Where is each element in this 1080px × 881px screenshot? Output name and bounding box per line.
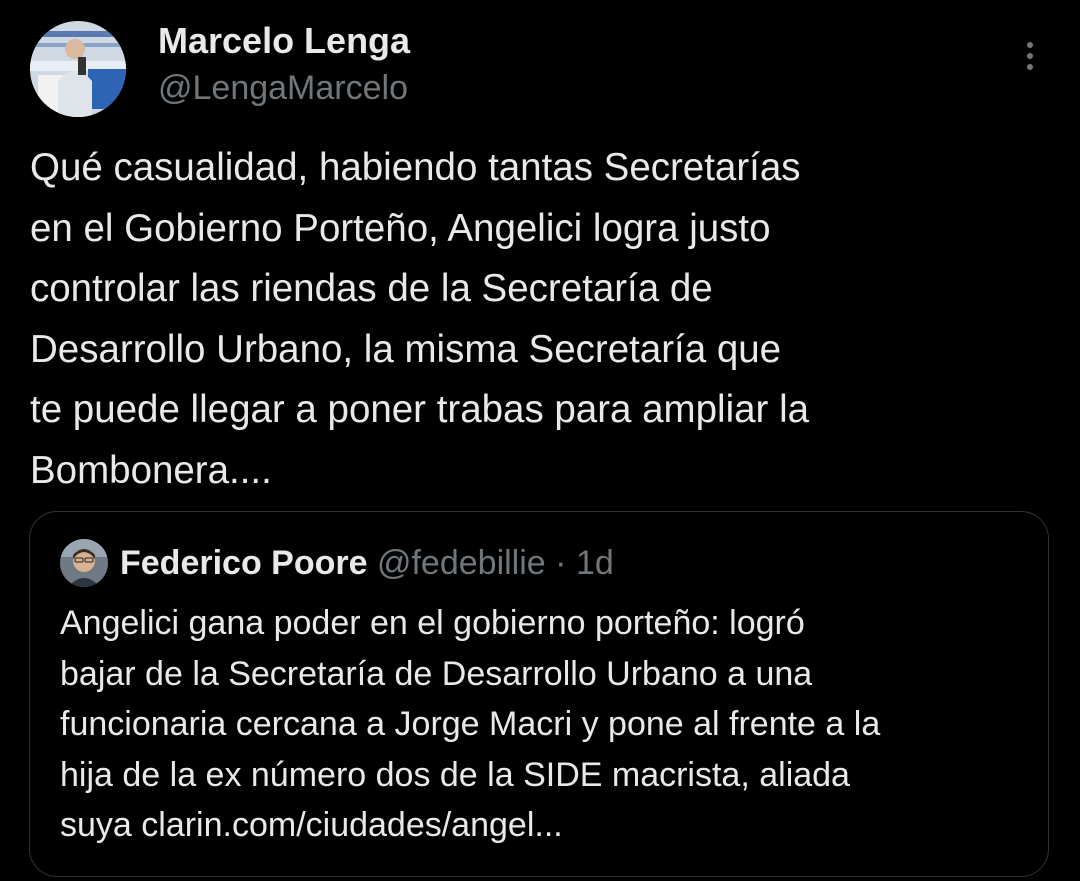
quoted-text-line: bajar de la Secretaría de Desarrollo Urb… xyxy=(60,654,813,693)
quoted-avatar-photo xyxy=(60,539,108,587)
quoted-author-avatar[interactable] xyxy=(60,539,108,587)
quoted-tweet-header: Federico Poore @fedebillie · 1d xyxy=(120,542,614,584)
tweet-text-line: en el Gobierno Porteño, Angelici logra j… xyxy=(30,206,771,250)
more-vertical-icon xyxy=(1027,53,1033,59)
tweet-text-line: controlar las riendas de la Secretaría d… xyxy=(30,267,713,310)
avatar[interactable] xyxy=(30,21,126,117)
quoted-author-handle[interactable]: @fedebillie xyxy=(377,544,546,582)
quoted-tweet-card[interactable]: Federico Poore @fedebillie · 1d Angelici… xyxy=(29,511,1049,877)
tweet-text-line: Qué casualidad, habiendo tantas Secretar… xyxy=(30,146,801,189)
more-vertical-icon xyxy=(1027,42,1033,48)
tweet-text-line: te puede llegar a poner trabas para ampl… xyxy=(30,388,810,431)
quoted-text-line: suya clarin.com/ciudades/angel... xyxy=(60,806,563,844)
quoted-text-line: Angelici gana poder en el gobierno porte… xyxy=(60,604,805,642)
quoted-tweet-text: Angelici gana poder en el gobierno porte… xyxy=(60,598,1040,851)
author-handle[interactable]: @LengaMarcelo xyxy=(158,68,408,108)
more-vertical-icon xyxy=(1027,64,1033,70)
tweet-text-line: Desarrollo Urbano, la misma Secretaría q… xyxy=(30,327,782,371)
quoted-text-line: funcionaria cercana a Jorge Macri y pone… xyxy=(60,705,881,743)
avatar-photo xyxy=(30,21,126,117)
tweet-text: Qué casualidad, habiendo tantas Secretar… xyxy=(30,138,1040,501)
separator-dot: · xyxy=(555,544,567,582)
quoted-text-line: hija de la ex número dos de la SIDE macr… xyxy=(60,755,850,794)
more-options-button[interactable] xyxy=(1014,36,1046,76)
quoted-tweet-time[interactable]: 1d xyxy=(576,544,614,582)
quoted-author-name[interactable]: Federico Poore xyxy=(120,544,368,582)
author-display-name[interactable]: Marcelo Lenga xyxy=(158,20,410,62)
tweet-text-line: Bombonera.... xyxy=(30,448,272,492)
